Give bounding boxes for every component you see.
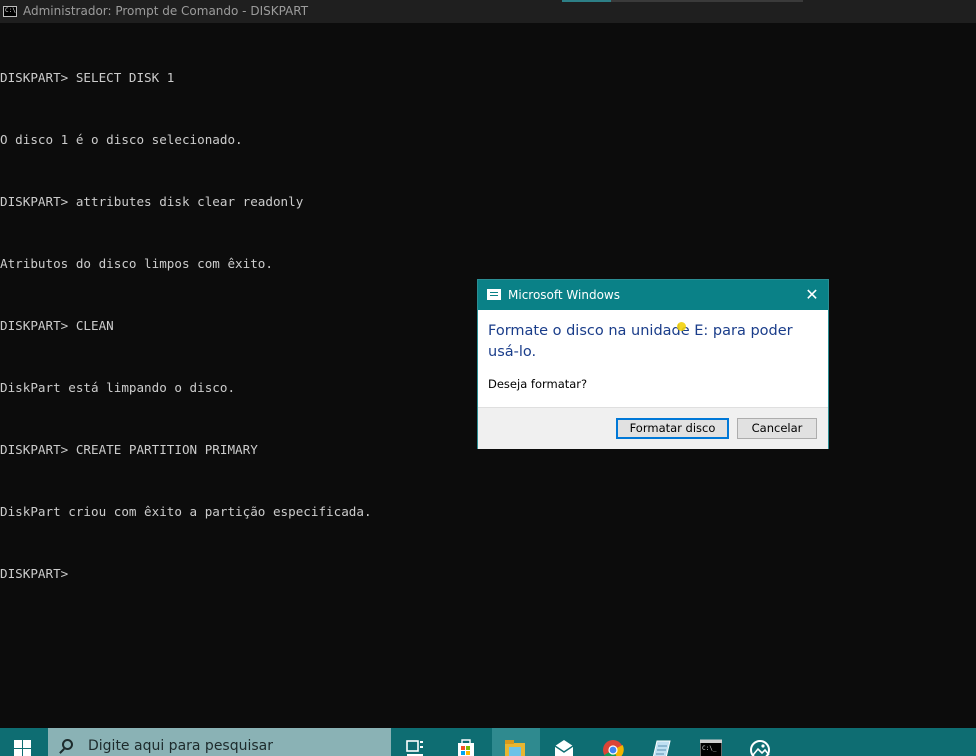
- window-title: Administrador: Prompt de Comando - DISKP…: [23, 4, 309, 18]
- console-output[interactable]: DISKPART> SELECT DISK 1 O disco 1 é o di…: [0, 40, 372, 628]
- console-line: O disco 1 é o disco selecionado.: [0, 132, 243, 147]
- mail-icon[interactable]: [553, 737, 575, 756]
- photos-icon[interactable]: [749, 737, 771, 756]
- console-line: DiskPart criou com êxito a partição espe…: [0, 504, 372, 519]
- svg-text:C:\_: C:\_: [702, 745, 717, 752]
- console-line: DISKPART> attributes disk clear readonly: [0, 194, 304, 209]
- drive-icon: [487, 289, 501, 300]
- task-view-icon[interactable]: [405, 737, 427, 756]
- taskbar: Digite aqui para pesquisar C:\_: [0, 728, 976, 756]
- dialog-title-bar[interactable]: Microsoft Windows ✕: [478, 280, 828, 310]
- console-line: DiskPart está limpando o disco.: [0, 380, 236, 395]
- dialog-title: Microsoft Windows: [508, 288, 620, 302]
- search-icon: [62, 739, 73, 750]
- dialog-footer: Formatar disco Cancelar: [478, 407, 828, 449]
- chrome-icon[interactable]: [602, 737, 624, 756]
- console-line: DISKPART> SELECT DISK 1: [0, 70, 175, 85]
- tab-strip: [611, 0, 803, 2]
- store-icon[interactable]: [455, 737, 477, 756]
- tab-strip-accent: [562, 0, 611, 2]
- cancel-button[interactable]: Cancelar: [737, 418, 817, 439]
- file-explorer-icon[interactable]: [504, 737, 526, 756]
- windows-start-icon[interactable]: [14, 740, 32, 756]
- format-disk-button[interactable]: Formatar disco: [616, 418, 729, 439]
- format-disk-dialog: Microsoft Windows ✕ Formate o disco na u…: [477, 279, 829, 449]
- dialog-question: Deseja formatar?: [488, 377, 588, 391]
- console-line: DISKPART> CREATE PARTITION PRIMARY: [0, 442, 258, 457]
- cmd-icon: C:\: [3, 6, 17, 17]
- mouse-cursor-highlight: [677, 322, 686, 331]
- screen: C:\ Administrador: Prompt de Comando - D…: [0, 0, 976, 756]
- notepad-icon[interactable]: [651, 737, 673, 756]
- title-bar[interactable]: C:\ Administrador: Prompt de Comando - D…: [0, 0, 976, 23]
- dialog-heading: Formate o disco na unidade E: para poder…: [488, 323, 793, 360]
- close-icon[interactable]: ✕: [802, 285, 822, 305]
- console-line: Atributos do disco limpos com êxito.: [0, 256, 273, 271]
- search-box[interactable]: Digite aqui para pesquisar: [48, 728, 391, 756]
- console-prompt: DISKPART>: [0, 566, 69, 581]
- console-line: DISKPART> CLEAN: [0, 318, 114, 333]
- search-placeholder: Digite aqui para pesquisar: [88, 738, 274, 754]
- cmd-icon[interactable]: C:\_: [700, 737, 722, 756]
